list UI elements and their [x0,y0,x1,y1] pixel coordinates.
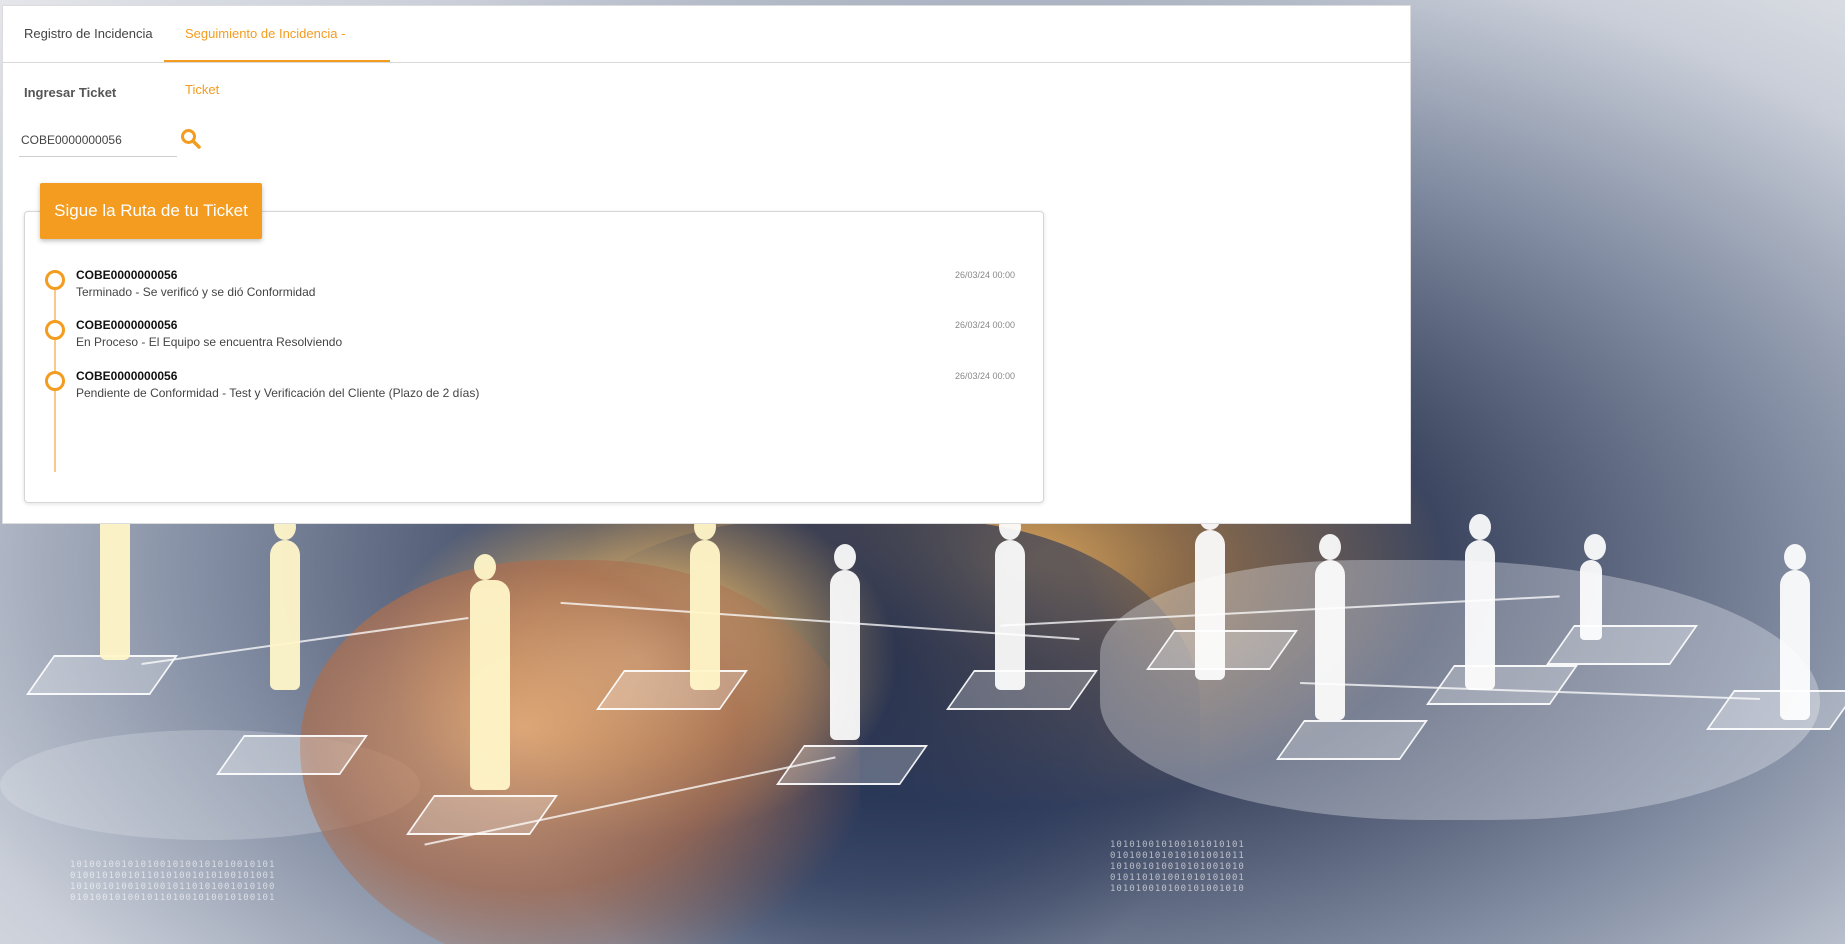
timeline-date: 26/03/24 00:00 [954,320,1015,330]
search-button[interactable] [179,127,203,151]
tab-bar: Registro de Incidencia Seguimiento de In… [3,6,1410,97]
person-silhouette [1580,534,1606,640]
timeline-status: Pendiente de Conformidad - Test y Verifi… [76,386,480,400]
timeline-ticket: COBE0000000056 [76,268,178,282]
person-silhouette [830,544,860,740]
search-icon [181,129,201,149]
person-silhouette [100,484,130,660]
timeline-status: En Proceso - El Equipo se encuentra Reso… [76,335,343,349]
person-silhouette [270,514,300,690]
timeline-dot [45,270,65,290]
binary-pattern: 10100100101010010100101010010101 0100101… [70,860,276,903]
timeline-dot [45,320,65,340]
binary-pattern: 101010010100101010101 010100101010101001… [1110,840,1245,894]
person-silhouette [1780,544,1810,720]
person-silhouette [470,554,510,790]
incident-panel: Registro de Incidencia Seguimiento de In… [2,5,1411,524]
timeline-dot [45,371,65,391]
person-silhouette [1465,514,1495,690]
platform [25,655,179,695]
ticket-input[interactable] [19,123,177,157]
timeline-date: 26/03/24 00:00 [954,270,1015,280]
timeline-status: Terminado - Se verificó y se dió Conform… [76,285,316,299]
tab-registro-incidencia[interactable]: Registro de Incidencia [3,6,174,62]
tab-seguimiento-incidencia[interactable]: Seguimiento de Incidencia - Ticket [164,6,390,97]
ticket-route-card [24,211,1044,503]
timeline-ticket: COBE0000000056 [76,318,178,332]
person-silhouette [690,514,720,690]
timeline-date: 26/03/24 00:00 [954,371,1015,381]
timeline-ticket: COBE0000000056 [76,369,178,383]
page: 10100100101010010100101010010101 0100101… [0,0,1845,944]
person-silhouette [1195,504,1225,680]
person-silhouette [995,514,1025,690]
route-header: Sigue la Ruta de tu Ticket [40,183,262,239]
person-silhouette [1315,534,1345,720]
ticket-field-label: Ingresar Ticket [24,85,117,100]
